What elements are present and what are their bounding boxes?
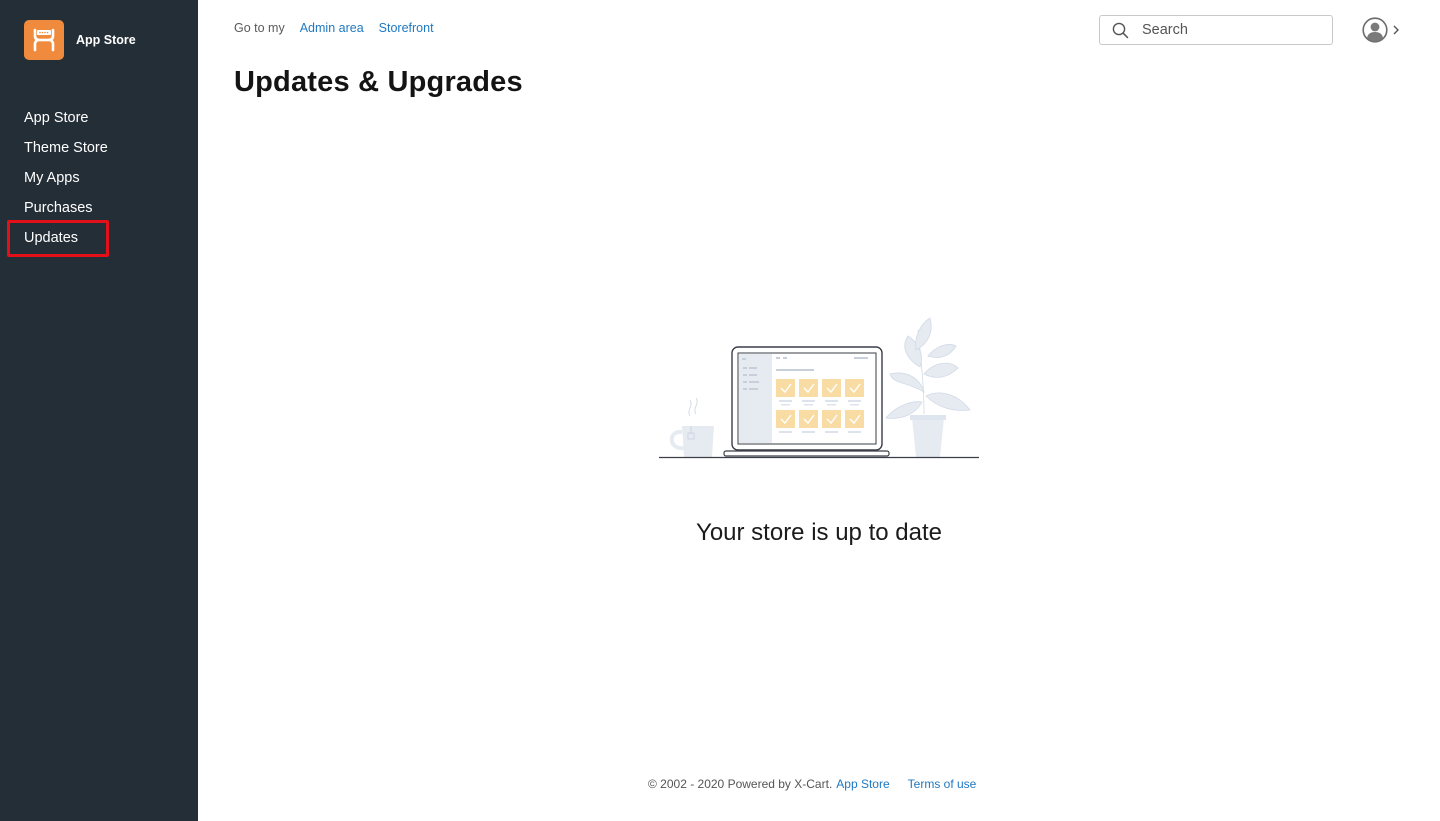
brand[interactable]: App Store [24, 20, 136, 60]
search-box[interactable] [1099, 15, 1333, 45]
footer: © 2002 - 2020 Powered by X-Cart. App Sto… [648, 777, 976, 791]
status-message: Your store is up to date [696, 519, 942, 546]
goto-label: Go to my [234, 21, 285, 35]
footer-app-store-link[interactable]: App Store [836, 777, 889, 791]
user-avatar-icon [1362, 17, 1388, 43]
brand-name: App Store [76, 33, 136, 47]
storefront-link[interactable]: Storefront [379, 21, 434, 35]
sidebar-item-updates[interactable]: Updates [0, 223, 198, 253]
search-input[interactable] [1142, 22, 1322, 38]
sidebar-item-purchases[interactable]: Purchases [0, 193, 198, 223]
sidebar-item-theme-store[interactable]: Theme Store [0, 133, 198, 163]
sidebar-nav: App Store Theme Store My Apps Purchases … [0, 103, 198, 253]
status-message-wrapper: Your store is up to date [0, 519, 1440, 547]
sidebar-item-app-store[interactable]: App Store [0, 103, 198, 133]
page-title: Updates & Upgrades [234, 66, 523, 98]
chevron-right-icon [1393, 25, 1399, 35]
footer-copyright: © 2002 - 2020 Powered by X-Cart. [648, 777, 833, 791]
admin-area-link[interactable]: Admin area [300, 21, 364, 35]
xcart-logo-icon [24, 20, 64, 60]
footer-terms-link[interactable]: Terms of use [908, 777, 977, 791]
search-icon [1112, 22, 1129, 38]
sidebar-item-my-apps[interactable]: My Apps [0, 163, 198, 193]
laptop-illustration [659, 317, 979, 459]
account-menu[interactable] [1362, 17, 1401, 43]
sidebar: App Store App Store Theme Store My Apps … [0, 0, 198, 821]
top-nav: Go to my Admin area Storefront [234, 21, 434, 35]
